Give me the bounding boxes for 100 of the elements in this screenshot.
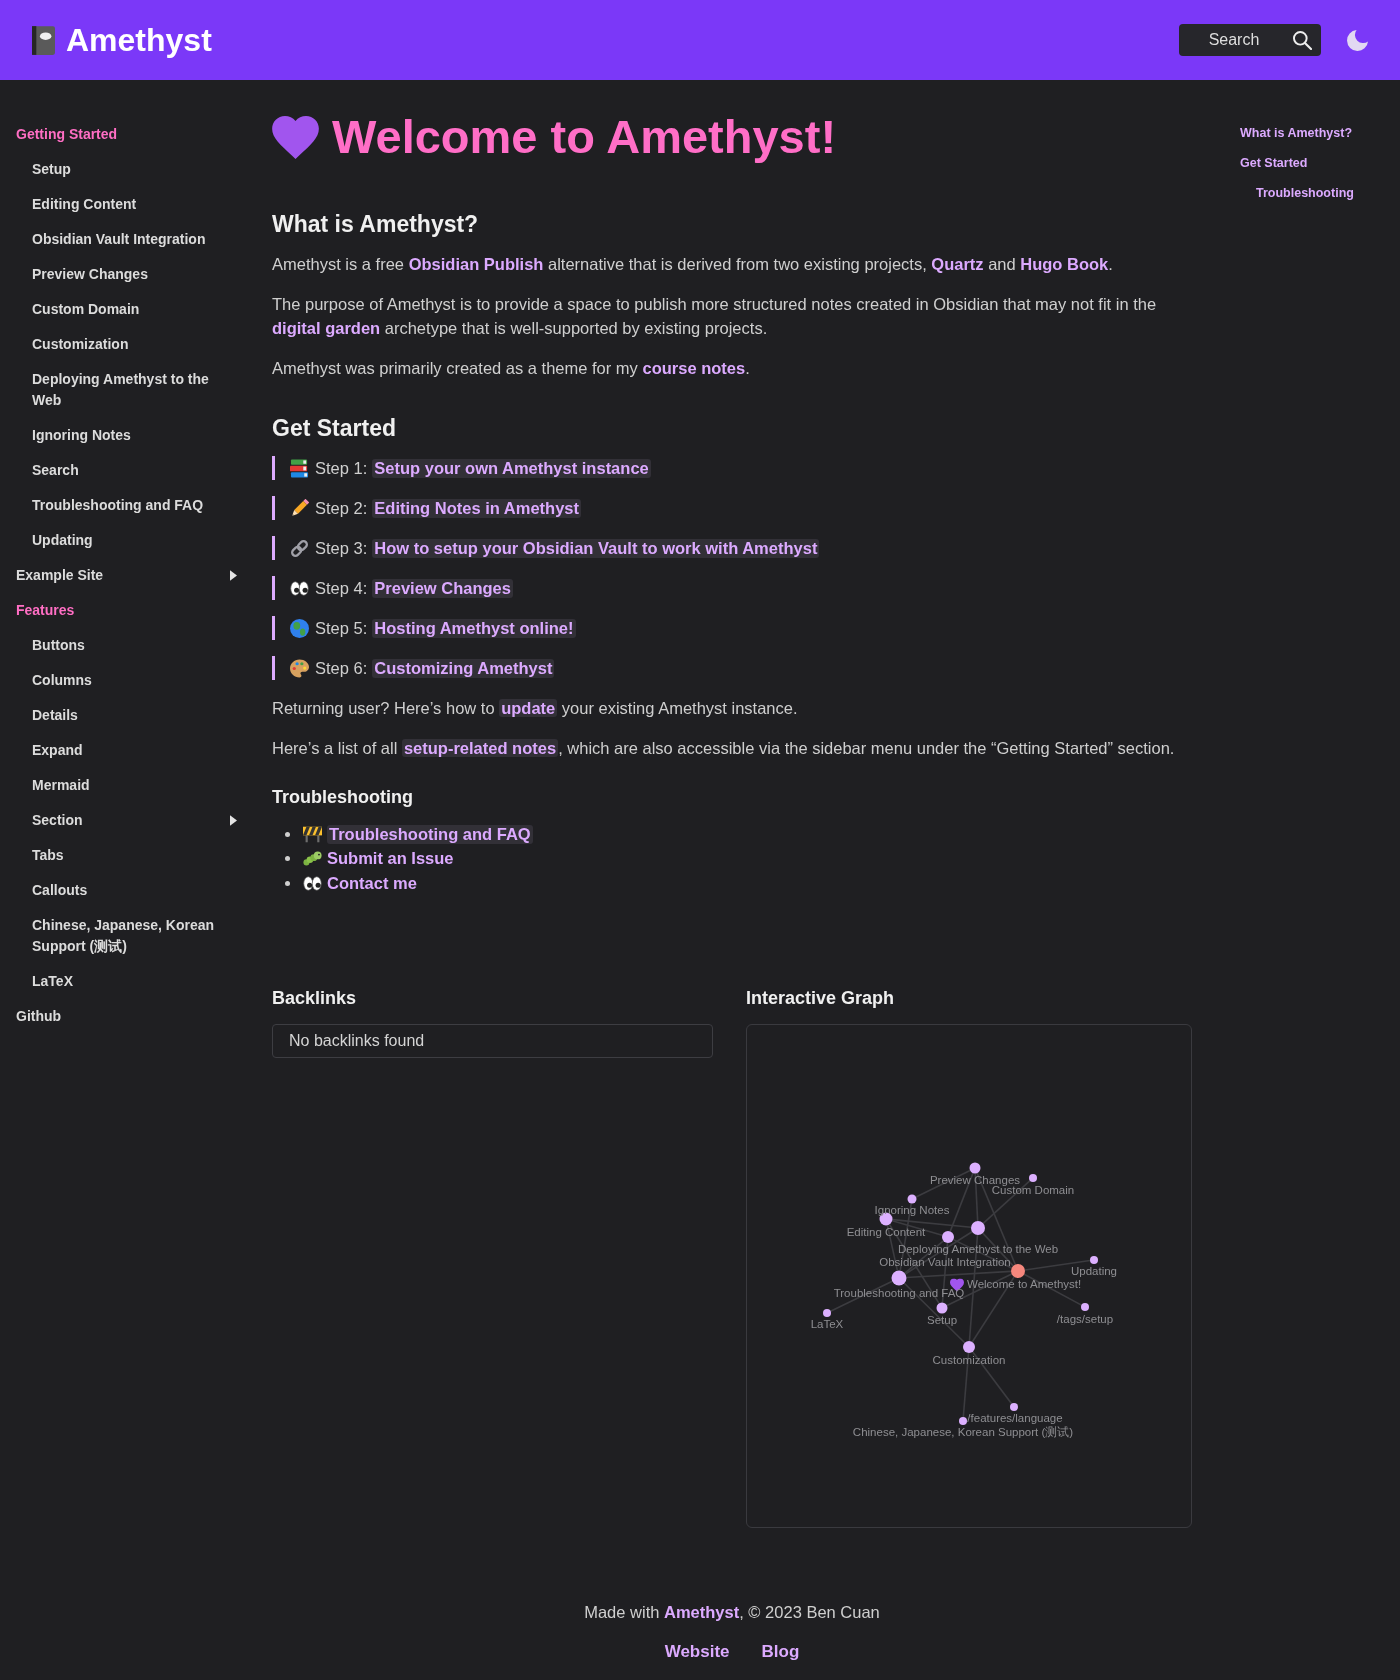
palette-icon — [290, 658, 309, 678]
sidebar-item[interactable]: Example Site — [16, 565, 104, 586]
sidebar-item[interactable]: Updating — [32, 530, 93, 551]
bullet-icon — [285, 831, 290, 837]
graph-node[interactable] — [1010, 1402, 1018, 1411]
graph-node[interactable] — [891, 1270, 907, 1285]
sidebar-item[interactable]: Customization — [32, 334, 129, 355]
search-icon[interactable] — [1293, 30, 1312, 50]
eyes-icon — [290, 578, 309, 598]
node-label: Editing Content — [846, 1225, 926, 1238]
graph-node[interactable] — [959, 1416, 967, 1425]
step-label: Step 2: — [315, 498, 368, 518]
paragraph: The purpose of Amethyst is to provide a space to publish more structured notes created in Obsidian that may not fit in the digital garden archetype that is well-supported by existing projects. — [272, 294, 1158, 339]
eyes-icon — [303, 873, 322, 893]
link[interactable]: Obsidian Publish — [408, 255, 544, 273]
bullet-icon — [285, 856, 290, 862]
graph-node[interactable] — [963, 1340, 975, 1353]
bullet-icon — [285, 880, 290, 886]
search-field[interactable]: Search — [1179, 24, 1321, 56]
link[interactable]: Quartz — [931, 255, 984, 273]
sidebar-item[interactable]: Callouts — [32, 880, 88, 901]
caret-icon[interactable] — [230, 815, 237, 826]
link[interactable]: course notes — [642, 359, 746, 377]
step-link[interactable]: How to setup your Obsidian Vault to work with Amethyst — [372, 538, 820, 558]
moon-icon[interactable] — [1347, 29, 1368, 51]
section-heading: Troubleshooting — [272, 786, 414, 809]
sidebar-item[interactable]: Github — [16, 1006, 62, 1027]
graph-node[interactable] — [1029, 1173, 1037, 1182]
graph-node[interactable] — [1011, 1263, 1025, 1278]
step-link[interactable]: Hosting Amethyst online! — [372, 618, 576, 638]
sidebar-item[interactable]: Buttons — [32, 635, 85, 656]
node-label: Deploying Amethyst to the Web — [897, 1242, 1059, 1255]
step-label: Step 4: — [315, 578, 368, 598]
section-heading: What is Amethyst? — [272, 210, 480, 239]
list-link[interactable]: Troubleshooting and FAQ — [327, 824, 533, 844]
sidebar-item[interactable]: Chinese, Japanese, Korean Support (测试) — [32, 915, 224, 957]
graph-node[interactable] — [1090, 1255, 1098, 1264]
graph-node[interactable] — [907, 1194, 917, 1203]
sidebar-item[interactable]: Mermaid — [32, 775, 90, 796]
node-label: Ignoring Notes — [874, 1203, 950, 1216]
step-label: Step 3: — [315, 538, 368, 558]
node-label: Chinese, Japanese, Korean Support (测试) — [852, 1425, 1074, 1438]
step-link[interactable]: Editing Notes in Amethyst — [372, 498, 582, 518]
sidebar-item[interactable]: Search — [32, 460, 79, 481]
link[interactable]: Hugo Book — [1020, 255, 1109, 273]
list-link[interactable]: Contact me — [327, 873, 417, 893]
graph-node[interactable] — [969, 1162, 981, 1173]
link[interactable]: update — [499, 699, 558, 717]
link[interactable]: Amethyst — [664, 1602, 740, 1621]
footer-credit: Made with Amethyst, © 2023 Ben Cuan — [583, 1601, 881, 1623]
sidebar-item[interactable]: Ignoring Notes — [32, 425, 131, 446]
sidebar-item[interactable]: LaTeX — [32, 971, 73, 992]
books-icon — [290, 458, 309, 478]
link[interactable]: digital garden — [272, 319, 381, 337]
paragraph: Amethyst was primarily created as a theme for my course notes. — [272, 358, 751, 379]
node-label: Setup — [926, 1313, 958, 1326]
page-title: Welcome to Amethyst! — [332, 109, 837, 165]
graph-node[interactable] — [936, 1302, 948, 1313]
toc-link[interactable]: What is Amethyst? — [1240, 125, 1353, 141]
heart-icon — [950, 1278, 964, 1291]
paragraph: Returning user? Here’s how to update your existing Amethyst instance. — [272, 698, 799, 719]
graph-node[interactable] — [1081, 1302, 1089, 1311]
toc-link[interactable]: Get Started — [1240, 155, 1308, 171]
sidebar-item[interactable]: Columns — [32, 670, 92, 691]
node-label: Obsidian Vault Integration — [879, 1255, 1011, 1268]
sidebar-item[interactable]: Tabs — [32, 845, 64, 866]
step-link[interactable]: Customizing Amethyst — [372, 658, 555, 678]
link[interactable]: setup-related notes — [401, 739, 559, 757]
empty-message: No backlinks found — [289, 1031, 425, 1050]
pencil-icon — [290, 498, 309, 518]
sidebar-item[interactable]: Features — [16, 600, 75, 621]
graph-node[interactable] — [942, 1230, 954, 1243]
sidebar-item[interactable]: Getting Started — [16, 124, 118, 145]
sidebar-item[interactable]: Details — [32, 705, 78, 726]
footer-link[interactable]: Blog — [761, 1639, 800, 1664]
graph-node[interactable] — [971, 1220, 985, 1235]
sidebar-item[interactable]: Obsidian Vault Integration — [32, 229, 206, 250]
sidebar-item[interactable]: Troubleshooting and FAQ — [32, 495, 204, 516]
step-label: Step 5: — [315, 618, 368, 638]
sidebar-item[interactable]: Custom Domain — [32, 299, 140, 320]
node-label: /tags/setup — [1056, 1312, 1114, 1325]
panel-heading: Interactive Graph — [746, 986, 896, 1010]
list-link[interactable]: Submit an Issue — [327, 849, 454, 869]
node-label: Welcome to Amethyst! — [967, 1277, 1082, 1290]
node-label: Updating — [1071, 1264, 1117, 1277]
sidebar-item[interactable]: Editing Content — [32, 194, 137, 215]
step-link[interactable]: Setup your own Amethyst instance — [372, 458, 651, 478]
toc-link[interactable]: Troubleshooting — [1256, 185, 1354, 201]
site-title[interactable]: Amethyst — [66, 20, 212, 60]
sidebar-item[interactable]: Expand — [32, 740, 83, 761]
sidebar-item[interactable]: Preview Changes — [32, 264, 148, 285]
sidebar-item[interactable]: Deploying Amethyst to the Web — [32, 369, 224, 411]
graph-node[interactable] — [823, 1308, 831, 1317]
sidebar-item[interactable]: Setup — [32, 159, 71, 180]
sidebar-item[interactable]: Section — [32, 810, 83, 831]
step-link[interactable]: Preview Changes — [372, 578, 513, 598]
caret-icon[interactable] — [230, 570, 237, 581]
footer-link[interactable]: Website — [664, 1639, 730, 1664]
panel-heading: Backlinks — [272, 986, 358, 1010]
notebook-icon — [32, 25, 55, 55]
